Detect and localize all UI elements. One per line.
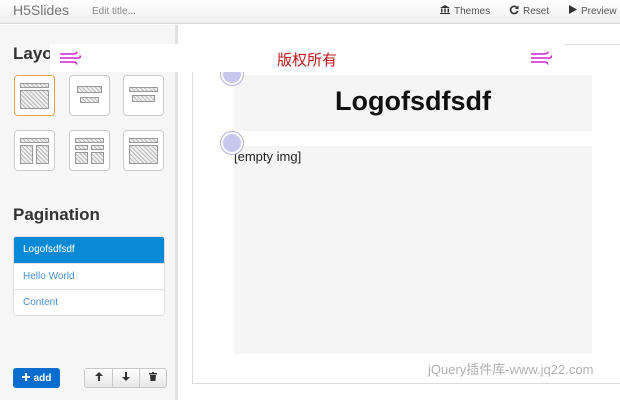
- layout-option-two-columns[interactable]: [14, 130, 55, 171]
- move-down-button[interactable]: [112, 369, 139, 387]
- sidebar: Layout Pagination Logofsdfsdf Hello Worl…: [0, 25, 178, 400]
- trash-icon: [149, 372, 157, 384]
- slide-title[interactable]: Logofsdfsdf: [234, 86, 592, 117]
- wind-icon: [59, 51, 81, 70]
- edit-title-link[interactable]: Edit title...: [92, 6, 136, 17]
- play-icon: [569, 5, 577, 17]
- arrow-down-icon: [122, 372, 130, 384]
- reset-label: Reset: [523, 6, 550, 17]
- reset-button[interactable]: Reset: [509, 5, 549, 18]
- arrow-up-icon: [94, 372, 103, 384]
- layout-option-full-content[interactable]: [123, 130, 164, 171]
- site-watermark: jQuery插件库-www.jq22.com: [428, 362, 594, 377]
- page-item[interactable]: Logofsdfsdf: [14, 237, 164, 263]
- drag-handle[interactable]: [221, 132, 243, 154]
- layout-option-title-subtitle[interactable]: [69, 75, 110, 116]
- add-page-button[interactable]: add: [13, 368, 60, 388]
- plus-icon: [21, 372, 30, 384]
- add-label: add: [33, 372, 52, 384]
- layout-option-title-content[interactable]: [14, 75, 55, 116]
- page-actions-group: [84, 368, 167, 388]
- refresh-icon: [509, 5, 519, 18]
- top-navbar: H5Slides Edit title... Themes Reset Prev…: [0, 0, 620, 24]
- preview-label: Preview: [581, 5, 617, 17]
- wind-icon: [530, 51, 552, 70]
- app-brand[interactable]: H5Slides: [13, 2, 69, 18]
- slide-image-block[interactable]: [234, 146, 592, 354]
- themes-label: Themes: [454, 5, 491, 17]
- preview-button[interactable]: Preview: [569, 5, 620, 17]
- watermark-text: 版权所有: [277, 52, 338, 69]
- pagination-heading: Pagination: [13, 205, 100, 224]
- move-up-button[interactable]: [85, 369, 112, 387]
- layout-option-two-columns-headers[interactable]: [69, 130, 110, 171]
- page-item[interactable]: Content: [14, 289, 164, 315]
- image-placeholder-text: [empty img]: [234, 149, 302, 164]
- page-item[interactable]: Hello World: [14, 263, 164, 289]
- layout-option-title-only[interactable]: [123, 75, 164, 116]
- pagination-list: Logofsdfsdf Hello World Content: [13, 236, 165, 316]
- themes-icon: [440, 5, 450, 17]
- delete-page-button[interactable]: [139, 369, 166, 387]
- themes-button[interactable]: Themes: [440, 5, 490, 17]
